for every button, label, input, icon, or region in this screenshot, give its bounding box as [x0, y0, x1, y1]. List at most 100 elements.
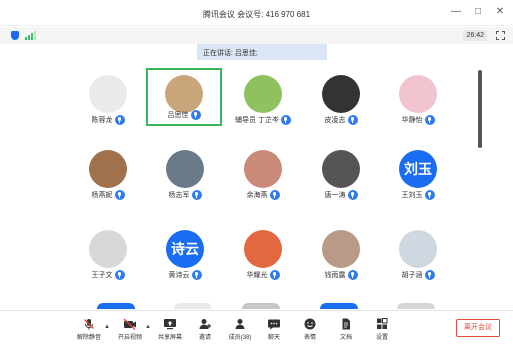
participant-tile[interactable]: 胡子涵 [388, 225, 448, 295]
participant-name: 辅导员 丁芷岑 [235, 117, 279, 124]
mic-icon [191, 270, 202, 280]
mic-icon [280, 115, 291, 125]
scrollbar[interactable] [478, 70, 482, 148]
participant-name: 王子文 [91, 272, 113, 279]
mic-icon [114, 190, 125, 200]
signal-icon[interactable] [25, 31, 36, 40]
maximize-icon[interactable]: □ [473, 7, 483, 17]
participant-name-line: 陈蓉龙 [78, 115, 138, 125]
chat-icon [268, 319, 280, 330]
mic-icon [347, 270, 358, 280]
avatar [165, 75, 203, 113]
avatar [244, 150, 282, 188]
participant-tile[interactable]: 杨志军 [155, 145, 215, 215]
settings-button[interactable]: 设置 [364, 318, 400, 341]
partial-avatar [320, 303, 358, 309]
participant-name-line: 王刘玉 [388, 190, 448, 200]
fullscreen-icon[interactable] [496, 31, 505, 40]
participant-tile[interactable]: 诗云 黄诗云 [155, 225, 215, 295]
avatar [399, 230, 437, 268]
avatar [399, 75, 437, 113]
shield-icon[interactable] [11, 31, 19, 40]
participant-name: 吕思佳 [167, 112, 189, 119]
leave-meeting-button[interactable]: 离开会议 [456, 319, 500, 337]
status-row: 26:42 [0, 27, 513, 44]
participant-tile[interactable]: 余海燕 [233, 145, 293, 215]
members-button[interactable]: 成员(38) [222, 318, 258, 341]
avatar: 诗云 [166, 230, 204, 268]
participant-name: 王刘玉 [401, 192, 423, 199]
mic-icon [269, 190, 280, 200]
smiley-icon [304, 318, 316, 330]
participant-name: 陈蓉龙 [91, 117, 113, 124]
avatar [89, 150, 127, 188]
window-title: 腾讯会议 会议号: 416 970 681 [202, 10, 311, 19]
participant-name: 钱雨露 [324, 272, 346, 279]
avatar: 刘玉 [399, 150, 437, 188]
participant-name-line: 胡子涵 [388, 270, 448, 280]
participant-name-line: 华静怡 [388, 115, 448, 125]
chat-button[interactable]: 聊天 [256, 318, 292, 341]
participant-name-line: 王子文 [78, 270, 138, 280]
participant-name-line: 吕思佳 [148, 110, 220, 120]
share-screen-icon [164, 319, 176, 330]
participant-name-line: 杨燕妮 [78, 190, 138, 200]
participant-name-line: 皮凌志 [311, 115, 371, 125]
participant-name: 华耀光 [246, 272, 268, 279]
partial-avatar [97, 303, 135, 309]
participant-name-line: 黄诗云 [155, 270, 215, 280]
avatar [322, 150, 360, 188]
audio-options-caret[interactable]: ▲ [104, 324, 110, 330]
invite-button[interactable]: 邀请 [187, 318, 223, 341]
participant-name: 杨志军 [168, 192, 190, 199]
mic-icon [191, 190, 202, 200]
participant-name: 余海燕 [246, 192, 268, 199]
mic-icon [347, 190, 358, 200]
participant-tile[interactable]: 辅导员 丁芷岑 [233, 70, 293, 140]
mic-icon [424, 115, 435, 125]
share-screen-button[interactable]: 共享屏幕 [152, 318, 188, 341]
video-options-caret[interactable]: ▲ [145, 324, 151, 330]
documents-button[interactable]: 文档 [328, 318, 364, 341]
close-icon[interactable]: ✕ [495, 7, 505, 17]
partial-avatar [174, 303, 212, 309]
minimize-icon[interactable]: — [451, 7, 461, 17]
participant-name-line: 余海燕 [233, 190, 293, 200]
avatar [244, 230, 282, 268]
participant-name-line: 杨志军 [155, 190, 215, 200]
avatar [89, 75, 127, 113]
reactions-button[interactable]: 表情 [292, 318, 328, 341]
participant-tile[interactable]: 钱雨露 [311, 225, 371, 295]
participant-name: 杨燕妮 [91, 192, 113, 199]
start-video-button[interactable]: 开启视频 [112, 318, 148, 341]
participant-name: 唐一涛 [324, 192, 346, 199]
participant-name-line: 华耀光 [233, 270, 293, 280]
participant-tile[interactable]: 吕思佳 [146, 68, 222, 126]
participant-name-line: 辅导员 丁芷岑 [233, 115, 293, 125]
invite-icon [199, 319, 211, 329]
mic-icon [424, 190, 435, 200]
participant-tile[interactable]: 唐一涛 [311, 145, 371, 215]
avatar [166, 150, 204, 188]
avatar [89, 230, 127, 268]
participant-tile[interactable]: 皮凌志 [311, 70, 371, 140]
members-label: 成员(38) [228, 335, 252, 341]
mic-muted-icon [84, 319, 94, 330]
participant-tile[interactable]: 王子文 [78, 225, 138, 295]
mic-icon [190, 110, 201, 120]
meeting-timer: 26:42 [463, 30, 487, 41]
avatar [244, 75, 282, 113]
mic-icon [347, 115, 358, 125]
participant-tile[interactable]: 华耀光 [233, 225, 293, 295]
participant-tile[interactable]: 华静怡 [388, 70, 448, 140]
avatar [322, 230, 360, 268]
documents-label: 文档 [339, 335, 352, 341]
participant-tile[interactable]: 杨燕妮 [78, 145, 138, 215]
start-video-label: 开启视频 [117, 335, 142, 341]
speaking-banner: 正在讲话: 吕思佳; [197, 44, 327, 60]
mic-icon [269, 270, 280, 280]
participant-tile[interactable]: 陈蓉龙 [78, 70, 138, 140]
unmute-button[interactable]: 解除静音 [71, 318, 107, 341]
title-bar: 腾讯会议 会议号: 416 970 681 — □ ✕ [0, 0, 513, 26]
participant-tile[interactable]: 刘玉 王刘玉 [388, 145, 448, 215]
